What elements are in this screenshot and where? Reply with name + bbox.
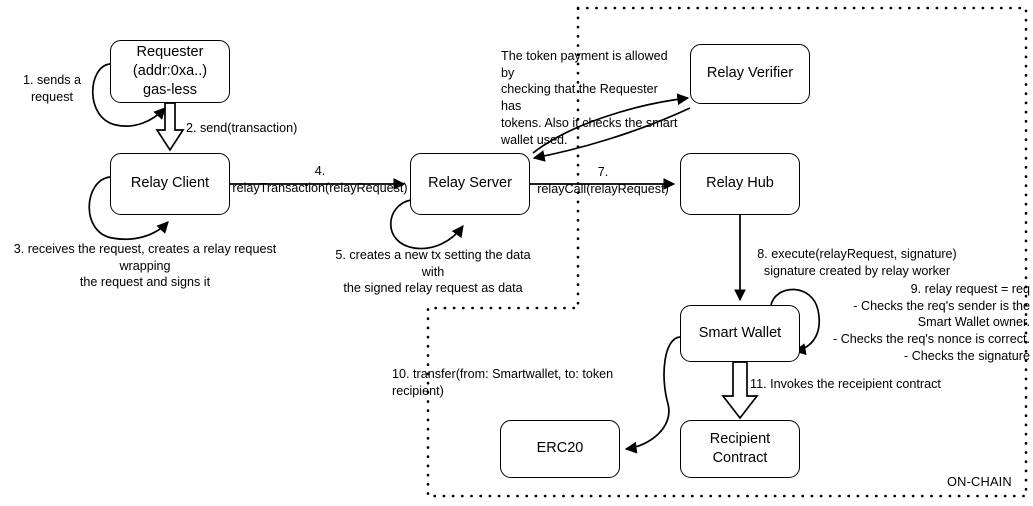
node-relay-hub-label: Relay Hub <box>706 175 774 192</box>
node-relay-client[interactable]: Relay Client <box>110 153 230 215</box>
diagram-canvas: Requester (addr:0xa..) gas-less Relay Cl… <box>0 0 1033 506</box>
node-relay-client-label: Relay Client <box>130 175 210 192</box>
edge-label-step5: 5. creates a new tx setting the data wit… <box>335 248 531 296</box>
node-relay-verifier[interactable]: Relay Verifier <box>690 44 810 104</box>
edge-label-step9: 9. relay request = req - Checks the req'… <box>833 282 1030 363</box>
edge-label-step1: 1. sends a request <box>22 73 82 104</box>
node-relay-verifier-label: Relay Verifier <box>706 65 794 82</box>
node-smart-wallet[interactable]: Smart Wallet <box>680 305 800 362</box>
edge-label-step10: 10. transfer(from: Smartwallet, to: toke… <box>392 367 614 398</box>
edge-label-step7: 7. relayCall(relayRequest) <box>537 165 669 196</box>
node-recipient-contract-label: Recipient Contract <box>709 430 771 466</box>
edge-label-step11: 11. Invokes the receipient contract <box>750 377 941 391</box>
node-relay-hub[interactable]: Relay Hub <box>680 153 800 215</box>
node-smart-wallet-label: Smart Wallet <box>698 324 782 341</box>
edge-label-verifier-note: The token payment is allowed by checking… <box>501 49 678 147</box>
node-requester[interactable]: Requester (addr:0xa..) gas-less <box>110 40 230 103</box>
node-requester-label: Requester (addr:0xa..) gas-less <box>132 43 208 99</box>
edge-label-step4: 4. relayTransaction(relayRequest) <box>232 164 408 195</box>
edge-label-step2: 2. send(transaction) <box>186 121 298 135</box>
edge-step2-arrow <box>155 102 185 152</box>
edge-label-step3: 3. receives the request, creates a relay… <box>13 242 277 290</box>
node-recipient-contract[interactable]: Recipient Contract <box>680 420 800 478</box>
node-erc20[interactable]: ERC20 <box>500 420 620 478</box>
node-relay-server-label: Relay Server <box>428 175 512 192</box>
on-chain-zone-label: ON-CHAIN <box>947 474 1012 489</box>
node-erc20-label: ERC20 <box>536 440 584 457</box>
edge-label-step8: 8. execute(relayRequest, signature) sign… <box>757 247 957 278</box>
node-relay-server[interactable]: Relay Server <box>410 153 530 215</box>
